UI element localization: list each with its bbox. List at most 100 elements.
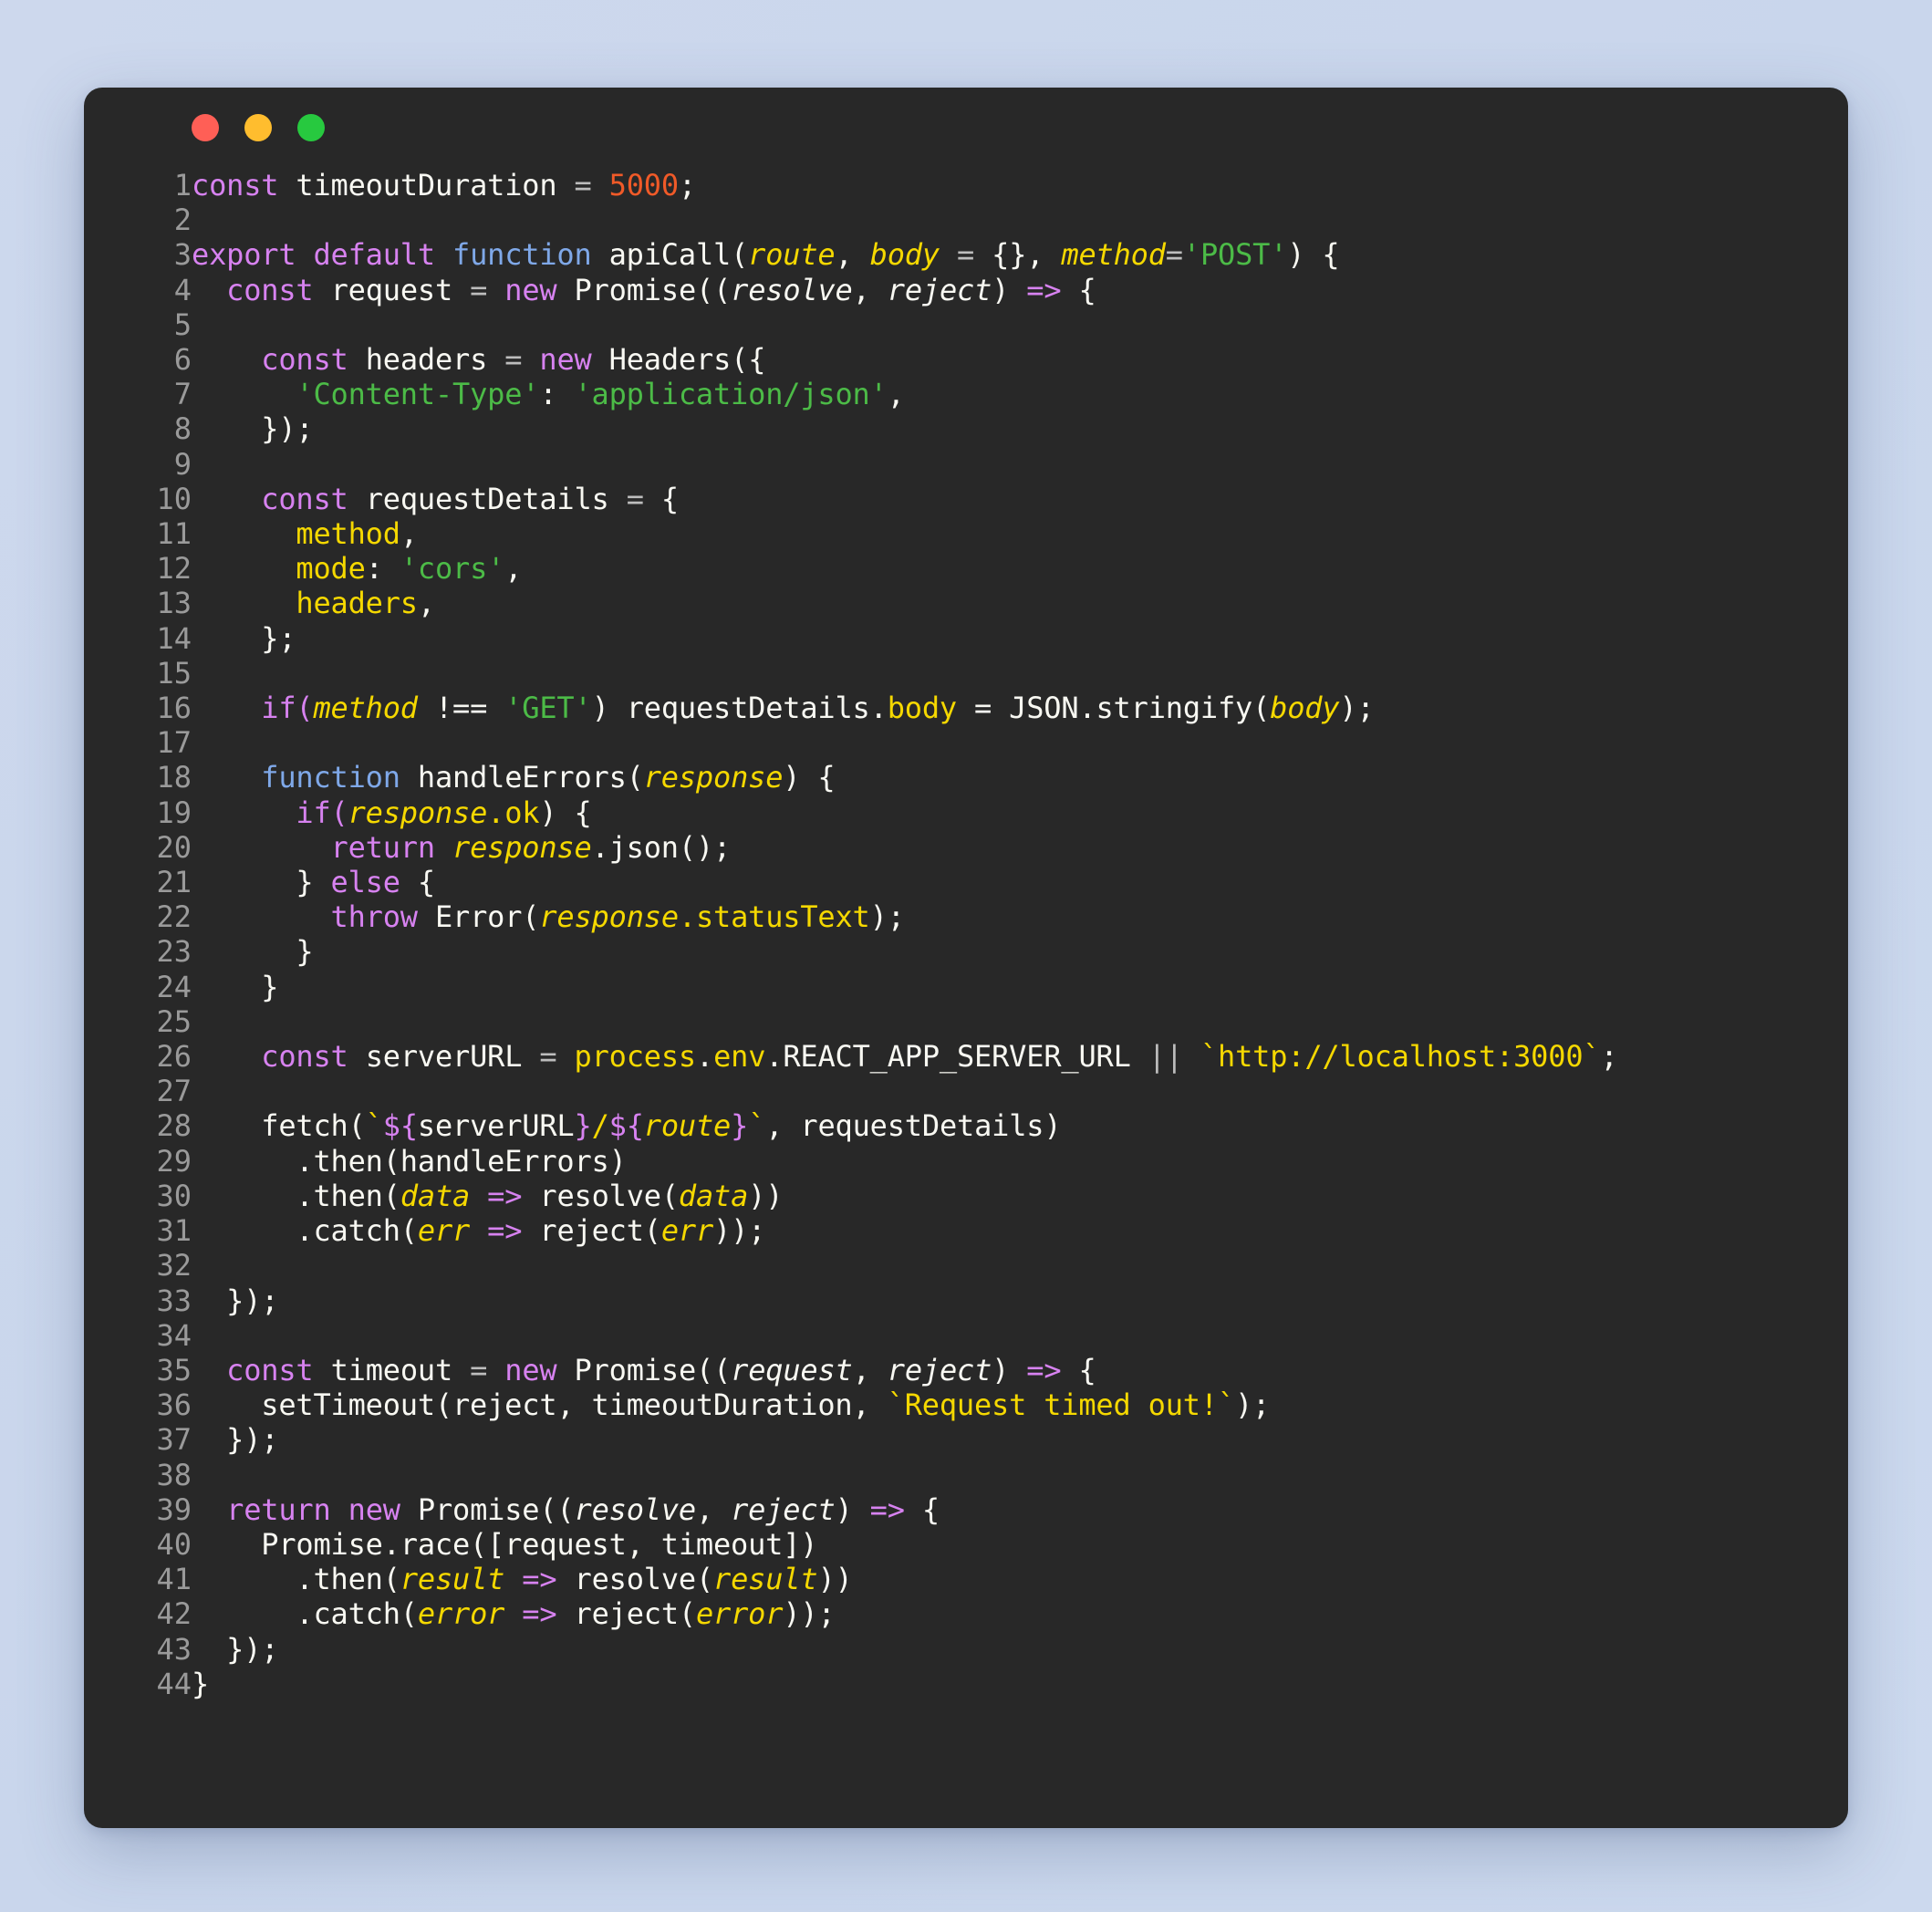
line-number: 14	[156, 620, 192, 656]
line-source[interactable]: Promise.race([request, timeout])	[192, 1527, 1812, 1562]
line-source[interactable]: const requestDetails = {	[192, 482, 1812, 516]
code-line-28: 28 fetch(`${serverURL}/${route}`, reques…	[84, 1108, 1812, 1143]
line-source[interactable]: });	[192, 411, 1812, 446]
code-table: 1 const timeoutDuration = 5000; 2 3 export…	[84, 168, 1812, 1701]
code-line-3: 3 export default function apiCall(route, …	[84, 237, 1812, 272]
line-source[interactable]: headers,	[192, 586, 1812, 620]
line-source[interactable]: const serverURL = process.env.REACT_APP_…	[192, 1039, 1812, 1074]
code-line-4: 4 const request = new Promise((resolve, …	[84, 273, 1812, 307]
line-number: 20	[156, 829, 192, 865]
line-source[interactable]	[192, 725, 1812, 760]
line-number: 6	[173, 342, 192, 378]
line-number: 33	[156, 1283, 192, 1318]
line-source[interactable]: const timeout = new Promise((request, re…	[192, 1353, 1812, 1387]
line-source[interactable]: } else {	[192, 865, 1812, 899]
code-line-34: 34	[84, 1318, 1812, 1353]
line-source[interactable]	[192, 1248, 1812, 1283]
line-source[interactable]: setTimeout(reject, timeoutDuration, `Req…	[192, 1387, 1812, 1422]
line-number: 26	[156, 1039, 192, 1075]
line-source[interactable]: });	[192, 1422, 1812, 1457]
line-source[interactable]	[192, 203, 1812, 237]
code-line-2: 2	[84, 203, 1812, 237]
line-number: 27	[156, 1074, 192, 1109]
line-source[interactable]: });	[192, 1632, 1812, 1667]
line-source[interactable]: }	[192, 934, 1812, 969]
line-source[interactable]: }	[192, 1667, 1812, 1701]
line-number: 29	[156, 1143, 192, 1179]
code-window: 1 const timeoutDuration = 5000; 2 3 export…	[84, 88, 1848, 1828]
line-source[interactable]: mode: 'cors',	[192, 551, 1812, 586]
line-source[interactable]: function handleErrors(response) {	[192, 760, 1812, 795]
code-line-6: 6 const headers = new Headers({	[84, 342, 1812, 377]
line-source[interactable]: const timeoutDuration = 5000;	[192, 168, 1812, 203]
code-line-24: 24 }	[84, 970, 1812, 1004]
line-source[interactable]: if(method !== 'GET') requestDetails.body…	[192, 691, 1812, 725]
line-source[interactable]: method,	[192, 516, 1812, 551]
line-number: 36	[156, 1387, 192, 1423]
code-line-35: 35 const timeout = new Promise((request,…	[84, 1353, 1812, 1387]
code-line-32: 32	[84, 1248, 1812, 1283]
line-source[interactable]: .then(data => resolve(data))	[192, 1179, 1812, 1213]
line-number: 31	[156, 1213, 192, 1249]
line-source[interactable]: .then(result => resolve(result))	[192, 1562, 1812, 1596]
code-line-21: 21 } else {	[84, 865, 1812, 899]
line-number: 12	[156, 551, 192, 587]
code-line-19: 19 if(response.ok) {	[84, 795, 1812, 830]
code-line-37: 37 });	[84, 1422, 1812, 1457]
code-line-25: 25	[84, 1004, 1812, 1039]
line-number: 5	[173, 307, 192, 342]
maximize-icon[interactable]	[297, 114, 325, 141]
line-source[interactable]: .then(handleErrors)	[192, 1144, 1812, 1179]
line-source[interactable]: 'Content-Type': 'application/json',	[192, 377, 1812, 411]
code-line-38: 38	[84, 1458, 1812, 1492]
line-source[interactable]: if(response.ok) {	[192, 795, 1812, 830]
code-line-8: 8 });	[84, 411, 1812, 446]
line-source[interactable]	[192, 307, 1812, 342]
line-source[interactable]	[192, 1318, 1812, 1353]
line-number: 25	[156, 1003, 192, 1039]
code-line-18: 18 function handleErrors(response) {	[84, 760, 1812, 795]
line-source[interactable]	[192, 656, 1812, 691]
line-source[interactable]: return response.json();	[192, 830, 1812, 865]
line-number: 9	[173, 446, 192, 482]
line-source[interactable]: .catch(err => reject(err));	[192, 1213, 1812, 1248]
line-source[interactable]: const headers = new Headers({	[192, 342, 1812, 377]
line-number: 44	[156, 1666, 192, 1701]
line-number: 37	[156, 1422, 192, 1458]
line-number: 1	[173, 168, 192, 203]
line-number: 4	[173, 272, 192, 307]
line-number: 43	[156, 1631, 192, 1667]
code-line-36: 36 setTimeout(reject, timeoutDuration, `…	[84, 1387, 1812, 1422]
code-line-39: 39 return new Promise((resolve, reject) …	[84, 1492, 1812, 1527]
line-number: 30	[156, 1178, 192, 1213]
line-number: 38	[156, 1457, 192, 1492]
line-number: 35	[156, 1352, 192, 1387]
line-number: 3	[173, 237, 192, 273]
line-source[interactable]: return new Promise((resolve, reject) => …	[192, 1492, 1812, 1527]
line-source[interactable]: export default function apiCall(route, b…	[192, 237, 1812, 272]
line-source[interactable]: };	[192, 621, 1812, 656]
line-number: 19	[156, 795, 192, 830]
line-number: 41	[156, 1562, 192, 1597]
line-source[interactable]	[192, 1004, 1812, 1039]
line-number: 34	[156, 1317, 192, 1353]
line-number: 23	[156, 934, 192, 970]
line-source[interactable]	[192, 447, 1812, 482]
line-source[interactable]: }	[192, 970, 1812, 1004]
minimize-icon[interactable]	[244, 114, 272, 141]
line-number: 7	[173, 377, 192, 412]
code-line-27: 27	[84, 1074, 1812, 1108]
line-source[interactable]: });	[192, 1283, 1812, 1318]
line-source[interactable]: fetch(`${serverURL}/${route}`, requestDe…	[192, 1108, 1812, 1143]
line-source[interactable]: .catch(error => reject(error));	[192, 1596, 1812, 1631]
line-number: 40	[156, 1526, 192, 1562]
line-source[interactable]	[192, 1458, 1812, 1492]
code-line-31: 31 .catch(err => reject(err));	[84, 1213, 1812, 1248]
code-line-29: 29 .then(handleErrors)	[84, 1144, 1812, 1179]
close-icon[interactable]	[192, 114, 219, 141]
line-source[interactable]	[192, 1074, 1812, 1108]
line-source[interactable]: const request = new Promise((resolve, re…	[192, 273, 1812, 307]
line-source[interactable]: throw Error(response.statusText);	[192, 899, 1812, 934]
code-editor[interactable]: 1 const timeoutDuration = 5000; 2 3 export…	[84, 168, 1848, 1752]
line-number: 28	[156, 1108, 192, 1144]
